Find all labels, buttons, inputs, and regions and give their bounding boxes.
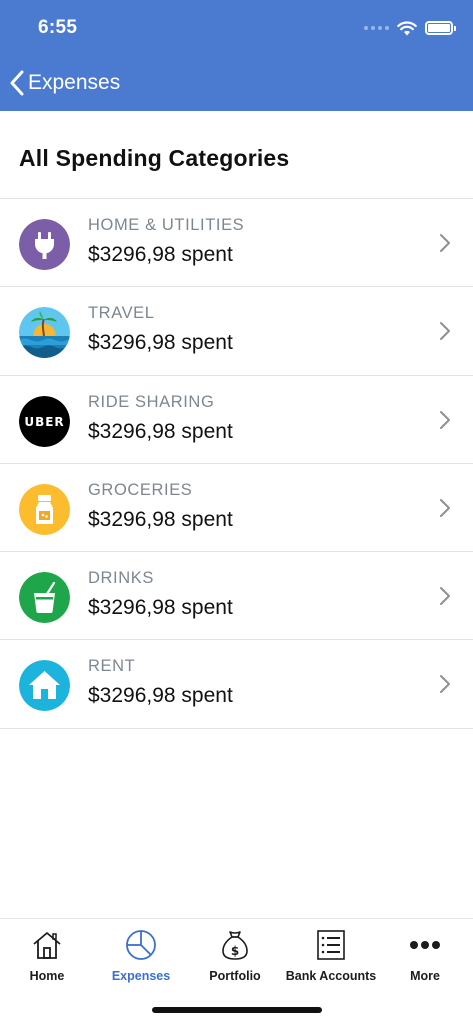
tab-portfolio[interactable]: $ Portfolio bbox=[188, 929, 282, 983]
house-icon bbox=[19, 660, 70, 712]
category-row-travel[interactable]: TRAVEL $3296,98 spent bbox=[0, 287, 473, 376]
category-row-drinks[interactable]: DRINKS $3296,98 spent bbox=[0, 552, 473, 641]
category-name: RENT bbox=[88, 657, 136, 676]
money-bag-icon: $ bbox=[218, 929, 252, 961]
tab-label: Portfolio bbox=[209, 969, 261, 983]
more-icon bbox=[408, 929, 442, 961]
page-title: All Spending Categories bbox=[19, 145, 290, 171]
category-name: HOME & UTILITIES bbox=[88, 216, 245, 234]
svg-text:$: $ bbox=[231, 944, 239, 958]
category-name: DRINKS bbox=[88, 569, 154, 588]
category-name: RIDE SHARING bbox=[88, 392, 215, 411]
tab-label: Home bbox=[29, 969, 65, 983]
chevron-left-icon bbox=[10, 70, 24, 96]
chevron-right-icon bbox=[440, 410, 450, 429]
category-list: HOME & UTILITIES $3296,98 spent TRAVEL $… bbox=[0, 199, 473, 729]
category-name: GROCERIES bbox=[88, 480, 193, 499]
category-name: TRAVEL bbox=[88, 304, 155, 323]
list-icon bbox=[314, 929, 348, 961]
category-row-groceries[interactable]: GROCERIES $3296,98 spent bbox=[0, 464, 473, 553]
plug-icon bbox=[19, 219, 70, 270]
category-row-home-utilities[interactable]: HOME & UTILITIES $3296,98 spent bbox=[0, 199, 473, 288]
tab-more[interactable]: More bbox=[378, 929, 472, 983]
tab-label: More bbox=[410, 969, 440, 983]
back-button[interactable]: Expenses bbox=[10, 66, 120, 100]
uber-logo-icon: UBER bbox=[19, 395, 70, 447]
grocery-jar-icon bbox=[19, 483, 70, 535]
tab-bank-accounts[interactable]: Bank Accounts bbox=[284, 929, 378, 983]
category-amount: $3296,98 spent bbox=[88, 507, 233, 531]
status-time: 6:55 bbox=[38, 17, 78, 38]
tab-expenses[interactable]: Expenses bbox=[94, 929, 188, 983]
chevron-right-icon bbox=[440, 587, 450, 606]
uber-logo-text: UBER bbox=[24, 415, 64, 429]
tab-label: Expenses bbox=[111, 969, 171, 983]
pie-chart-icon bbox=[124, 929, 158, 961]
category-amount: $3296,98 spent bbox=[88, 243, 233, 266]
battery-icon bbox=[425, 21, 456, 35]
category-row-ride-sharing[interactable]: UBER RIDE SHARING $3296,98 spent bbox=[0, 376, 473, 464]
chevron-right-icon bbox=[440, 322, 450, 341]
category-amount: $3296,98 spent bbox=[88, 419, 233, 443]
tab-label: Bank Accounts bbox=[285, 969, 377, 983]
category-amount: $3296,98 spent bbox=[88, 331, 233, 355]
chevron-right-icon bbox=[440, 234, 450, 252]
wifi-icon bbox=[397, 20, 417, 35]
signal-icon bbox=[364, 26, 389, 30]
beach-icon bbox=[19, 307, 70, 359]
back-label: Expenses bbox=[28, 71, 121, 94]
app-header: 6:55 Expenses bbox=[0, 0, 473, 111]
tab-home[interactable]: Home bbox=[0, 929, 94, 983]
status-icons bbox=[364, 16, 456, 40]
chevron-right-icon bbox=[440, 675, 450, 694]
category-row-rent[interactable]: RENT $3296,98 spent bbox=[0, 640, 473, 729]
chevron-right-icon bbox=[440, 498, 450, 517]
category-amount: $3296,98 spent bbox=[88, 596, 233, 620]
home-indicator bbox=[152, 1007, 322, 1013]
home-icon bbox=[30, 929, 64, 961]
category-amount: $3296,98 spent bbox=[88, 684, 233, 708]
drink-cup-icon bbox=[19, 572, 70, 624]
